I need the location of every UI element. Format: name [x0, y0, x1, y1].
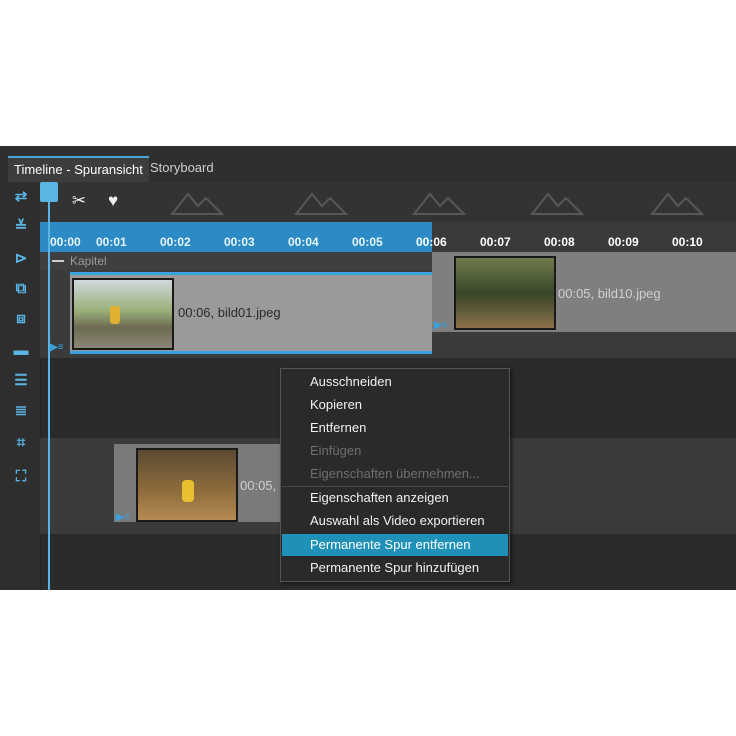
clip-type-icon: ▶≡: [116, 512, 130, 523]
clip-type-icon: ▶≡: [50, 342, 64, 353]
clip-label: 00:05, bild10.jpeg: [558, 286, 661, 301]
tick-label: 00:09: [608, 235, 639, 249]
menu-item-apply-properties: Eigenschaften übernehmen...: [310, 466, 480, 481]
clip-label: 00:06, bild01.jpeg: [178, 305, 281, 320]
fit-icon[interactable]: ⌗: [10, 434, 32, 452]
clip-label: 00:05,: [240, 478, 277, 493]
mountain-icon: [412, 192, 466, 215]
left-tool-sidebar: ⇄ ≚ ⊳ ⧉ ⧈ ▬ ☰ ≣ ⌗ ⛶: [0, 182, 41, 590]
tick-label: 00:00: [50, 235, 81, 249]
tab-storyboard[interactable]: Storyboard: [144, 156, 220, 180]
timeline-clip[interactable]: 00:05,: [114, 444, 280, 522]
menu-item-paste: Einfügen: [310, 443, 362, 458]
scissors-icon[interactable]: ✂: [68, 190, 90, 212]
tick-label: 00:02: [160, 235, 191, 249]
time-ruler[interactable]: 00:00 00:01 00:02 00:03 00:04 00:05 00:0…: [40, 222, 736, 252]
playhead-handle[interactable]: [40, 182, 58, 202]
tick-label: 00:08: [544, 235, 575, 249]
chapter-label: Kapitel: [70, 254, 107, 268]
tick-label: 00:06: [416, 235, 447, 249]
track-icon[interactable]: ▬: [10, 342, 32, 360]
tick-label: 00:04: [288, 235, 319, 249]
ungroup-icon[interactable]: ⧈: [10, 310, 32, 328]
menu-item-show-properties[interactable]: Eigenschaften anzeigen: [282, 487, 508, 509]
expand-icon[interactable]: ⛶: [10, 468, 32, 486]
tab-timeline[interactable]: Timeline - Spuransicht: [8, 156, 149, 182]
tick-label: 00:05: [352, 235, 383, 249]
tick-label: 00:07: [480, 235, 511, 249]
chapter-bar[interactable]: Kapitel: [40, 252, 432, 270]
clip-thumbnail: [454, 256, 556, 330]
tab-bar: Timeline - Spuransicht Storyboard: [0, 146, 736, 182]
menu-item-remove-permanent-track[interactable]: Permanente Spur entfernen: [282, 534, 508, 556]
clip-type-icon: ▶≡: [434, 320, 448, 331]
playhead[interactable]: [48, 182, 50, 590]
menu-item-cut[interactable]: Ausschneiden: [282, 371, 508, 393]
tick-label: 00:01: [96, 235, 127, 249]
menu-item-add-permanent-track[interactable]: Permanente Spur hinzufügen: [282, 557, 508, 579]
clip-thumbnail: [136, 448, 238, 522]
collapse-icon[interactable]: [52, 260, 64, 262]
tick-label: 00:10: [672, 235, 703, 249]
menu-item-export-selection[interactable]: Auswahl als Video exportieren: [282, 510, 508, 532]
mountain-icon: [530, 192, 584, 215]
insert-icon[interactable]: ⊳: [10, 250, 32, 268]
marker-icon[interactable]: ♥: [102, 190, 124, 212]
context-menu: Ausschneiden Kopieren Entfernen Einfügen…: [280, 368, 510, 582]
menu-item-copy[interactable]: Kopieren: [282, 394, 508, 416]
mountain-icon: [650, 192, 704, 215]
mountain-icon: [294, 192, 348, 215]
clip-thumbnail: [72, 278, 174, 350]
layers-icon[interactable]: ☰: [10, 372, 32, 390]
menu-item-remove[interactable]: Entfernen: [282, 417, 508, 439]
timeline-clip[interactable]: 00:06, bild01.jpeg: [70, 272, 432, 354]
timeline-toolbar: ✂ ♥: [40, 182, 736, 222]
group-icon[interactable]: ⧉: [10, 280, 32, 298]
timeline-clip[interactable]: 00:05, bild10.jpeg: [432, 252, 736, 332]
tick-label: 00:03: [224, 235, 255, 249]
mountain-icon: [170, 192, 224, 215]
align-icon[interactable]: ≚: [10, 218, 32, 236]
mix-icon[interactable]: ⇄: [10, 188, 32, 206]
distribute-icon[interactable]: ≣: [10, 402, 32, 420]
